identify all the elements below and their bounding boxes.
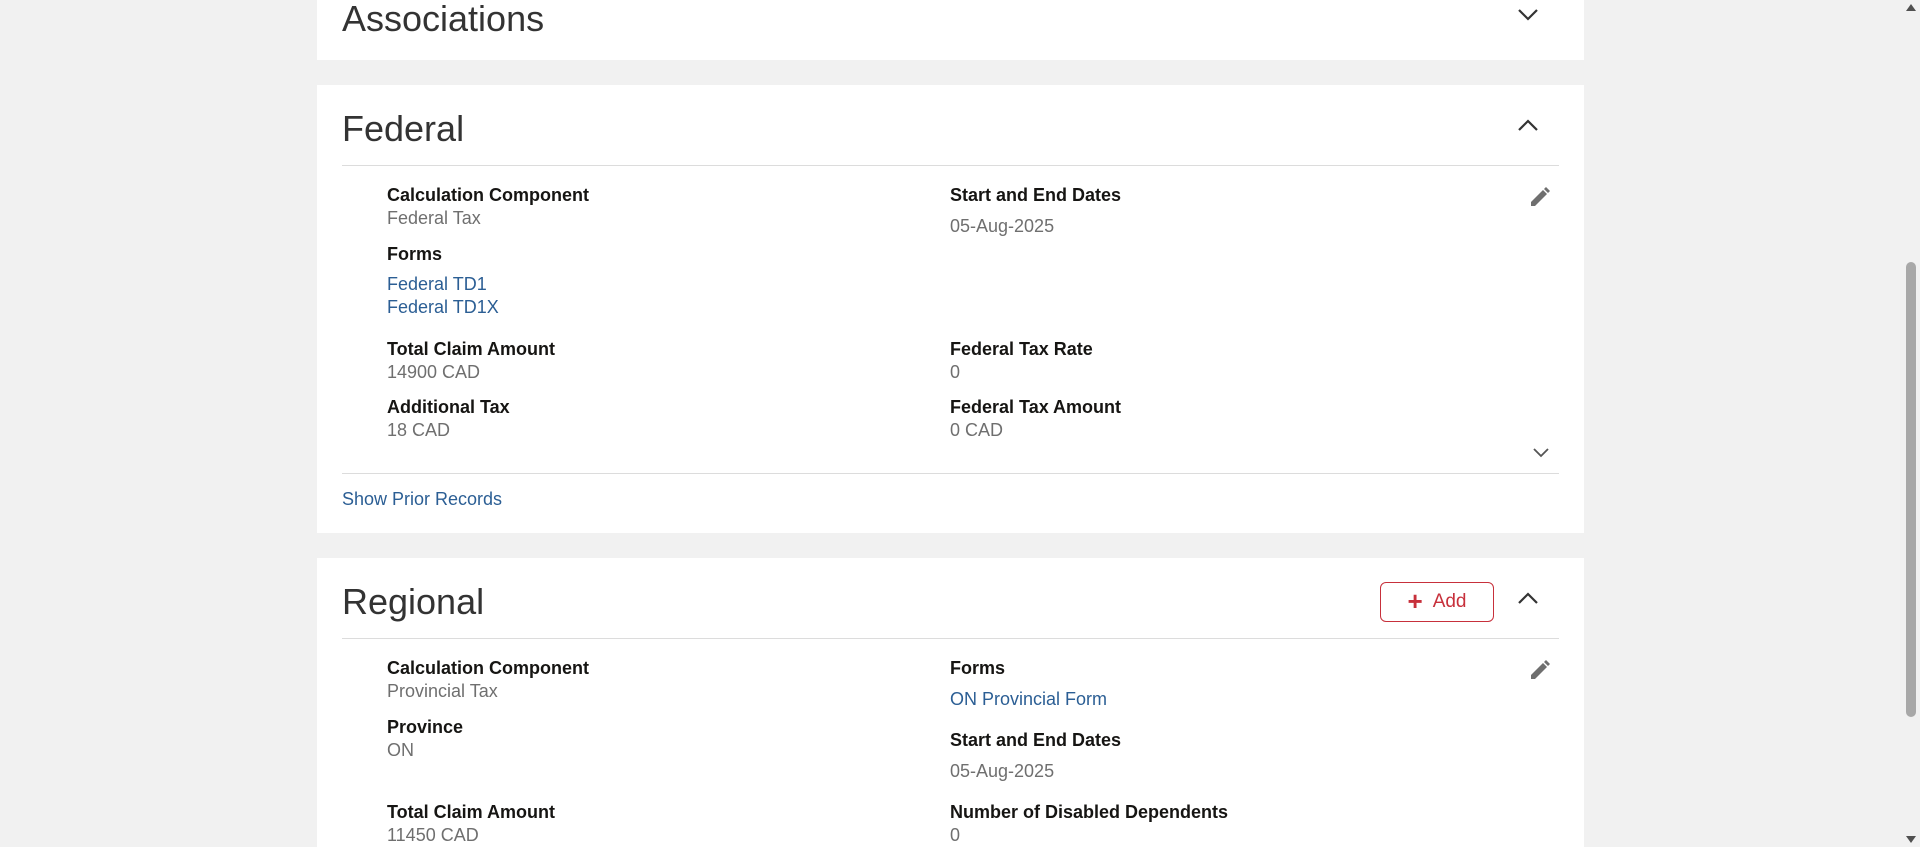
federal-calc-component-label: Calculation Component [387,185,589,205]
regional-calc-component-label: Calculation Component [387,658,589,678]
federal-calc-component-value: Federal Tax [387,208,481,228]
plus-icon: + [1407,586,1423,616]
federal-additional-tax-label: Additional Tax [387,397,510,417]
federal-dates-value: 05-Aug-2025 [950,216,1055,236]
add-button-label: Add [1432,591,1467,612]
chevron-down-icon[interactable] [1516,2,1540,26]
scroll-up-arrow-icon[interactable] [1906,4,1916,11]
regional-card: Regional + Add Calculation Component Pro… [317,558,1584,847]
regional-calc-component-value: Provincial Tax [387,681,498,701]
federal-total-claim-label: Total Claim Amount [387,339,555,359]
federal-edit-pencil-icon[interactable] [1528,185,1552,209]
federal-total-claim-value: 14900 CAD [387,362,481,382]
chevron-up-icon[interactable] [1516,587,1540,611]
page-scrollbar[interactable] [1902,0,1920,847]
federal-dates-label: Start and End Dates [950,185,1122,205]
scroll-down-arrow-icon[interactable] [1906,836,1916,843]
federal-tax-amount-value: 0 CAD [950,420,1004,440]
federal-form-link-td1[interactable]: Federal TD1 [387,274,487,295]
scrollbar-thumb[interactable] [1906,262,1916,717]
federal-tax-rate-label: Federal Tax Rate [950,339,1093,359]
regional-dates-value: 05-Aug-2025 [950,761,1055,781]
federal-record-divider [342,473,1559,474]
regional-forms-label: Forms [950,658,1006,678]
federal-tax-rate-value: 0 [950,362,961,382]
regional-title: Regional [342,581,485,622]
federal-card: Federal Calculation Component Federal Ta… [317,85,1584,533]
regional-province-label: Province [387,717,464,737]
show-prior-records-link[interactable]: Show Prior Records [342,489,502,510]
federal-additional-tax-value: 18 CAD [387,420,451,440]
regional-disabled-dependents-value: 0 [950,825,961,845]
chevron-up-icon[interactable] [1516,114,1540,138]
federal-title: Federal [342,108,465,149]
federal-tax-amount-label: Federal Tax Amount [950,397,1122,417]
federal-form-link-td1x[interactable]: Federal TD1X [387,297,499,318]
regional-dates-label: Start and End Dates [950,730,1122,750]
regional-divider [342,638,1559,639]
federal-divider [342,165,1559,166]
regional-total-claim-label: Total Claim Amount [387,802,555,822]
federal-record-expand-chevron-down-icon[interactable] [1531,442,1551,462]
on-provincial-form-link[interactable]: ON Provincial Form [950,689,1107,710]
regional-edit-pencil-icon[interactable] [1528,658,1552,682]
regional-province-value: ON [387,740,414,760]
regional-total-claim-value: 11450 CAD [387,825,479,845]
add-button[interactable]: + Add [1380,582,1494,622]
federal-forms-label: Forms [387,244,443,264]
associations-card: Associations [317,0,1584,60]
associations-title: Associations [342,0,545,39]
regional-disabled-dependents-label: Number of Disabled Dependents [950,802,1229,822]
page: Associations Federal Calculation Compone… [0,0,1920,847]
